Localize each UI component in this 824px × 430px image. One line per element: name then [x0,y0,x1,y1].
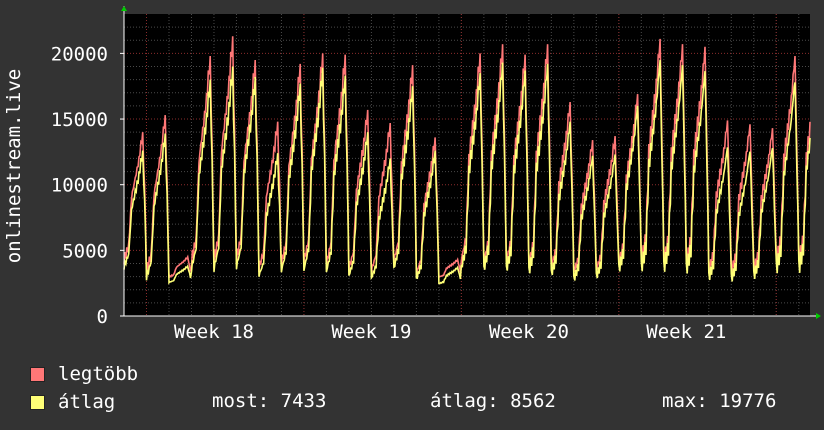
legend-label-avg: átlag [58,391,116,413]
legend-item-max: legtöbb [30,362,138,386]
y-tick-labels: 0 5000 10000 15000 20000 [51,43,108,328]
x-tick-label: Week 18 [174,321,254,343]
stat-average: átlag: 8562 [430,390,556,412]
legend-swatch-avg [30,394,45,410]
stat-maximum: max: 19776 [662,390,777,412]
y-tick-label: 0 [97,306,108,328]
chart-root: 0 5000 10000 15000 20000 Week 18 Week 19 Week … [0,0,824,430]
legend-item-avg: átlag [30,390,115,414]
x-tick-labels: Week 18 Week 19 Week 20 Week 21 [174,321,726,343]
x-tick-label: Week 21 [646,321,726,343]
legend-swatch-max [30,366,45,382]
y-tick-label: 10000 [51,175,108,197]
x-tick-label: Week 19 [331,321,411,343]
x-axis-arrow [816,313,821,319]
y-axis-label: onlinestream.live [3,69,25,263]
legend-label-max: legtöbb [58,363,139,385]
y-tick-label: 20000 [51,43,108,65]
y-axis-arrow [121,6,127,11]
x-tick-label: Week 20 [489,321,569,343]
y-tick-label: 15000 [51,109,108,131]
stat-current: most: 7433 [212,390,327,412]
y-tick-label: 5000 [62,240,108,262]
